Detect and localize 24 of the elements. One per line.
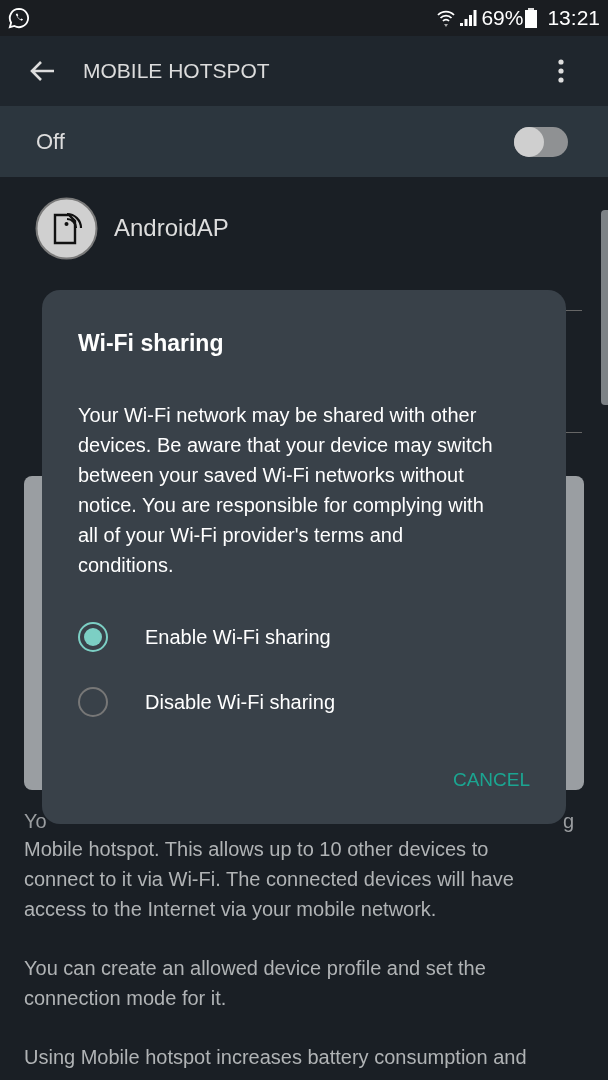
radio-button[interactable] <box>78 686 108 717</box>
radio-option[interactable]: Enable Wi-Fi sharing <box>78 622 530 651</box>
switch-label: Off <box>36 128 65 156</box>
clock: 13:21 <box>547 5 600 32</box>
signal-icon <box>459 9 478 27</box>
dialog-message: Your Wi-Fi network may be shared with other devices. Be aware that your device may switch between your saved Wi-Fi networks without notice. You are responsible for complying with all of your Wi-Fi provider's terms and conditions. <box>78 402 494 578</box>
back-arrow-icon[interactable] <box>29 60 55 82</box>
radio-button[interactable] <box>78 621 108 652</box>
battery-percent: 69% <box>481 5 524 32</box>
toggle-switch[interactable] <box>514 126 568 157</box>
description-paragraph: Mobile hotspot. This allows up to 10 other devices to connect to it via Wi-Fi. The connected devices will have access to the Internet via your mobile network. <box>24 837 515 922</box>
screen-title: MOBILE HOTSPOT <box>83 58 270 85</box>
obscured-text: Yo <box>24 809 47 834</box>
dialog-title: Wi-Fi sharing <box>78 329 225 358</box>
network-name: AndroidAP <box>114 213 229 243</box>
wifi-icon <box>437 8 456 28</box>
radio-option[interactable]: Disable Wi-Fi sharing <box>78 687 530 716</box>
battery-icon <box>525 8 538 28</box>
chat-app-icon <box>8 7 30 29</box>
description-paragraph: You can create an allowed device profile and set the connection mode for it. <box>24 956 487 1011</box>
hotspot-device-icon <box>35 196 98 260</box>
description-paragraph: Using Mobile hotspot increases battery consumption and <box>24 1045 528 1070</box>
obscured-text: g <box>563 809 575 834</box>
more-options-icon[interactable] <box>558 59 564 83</box>
